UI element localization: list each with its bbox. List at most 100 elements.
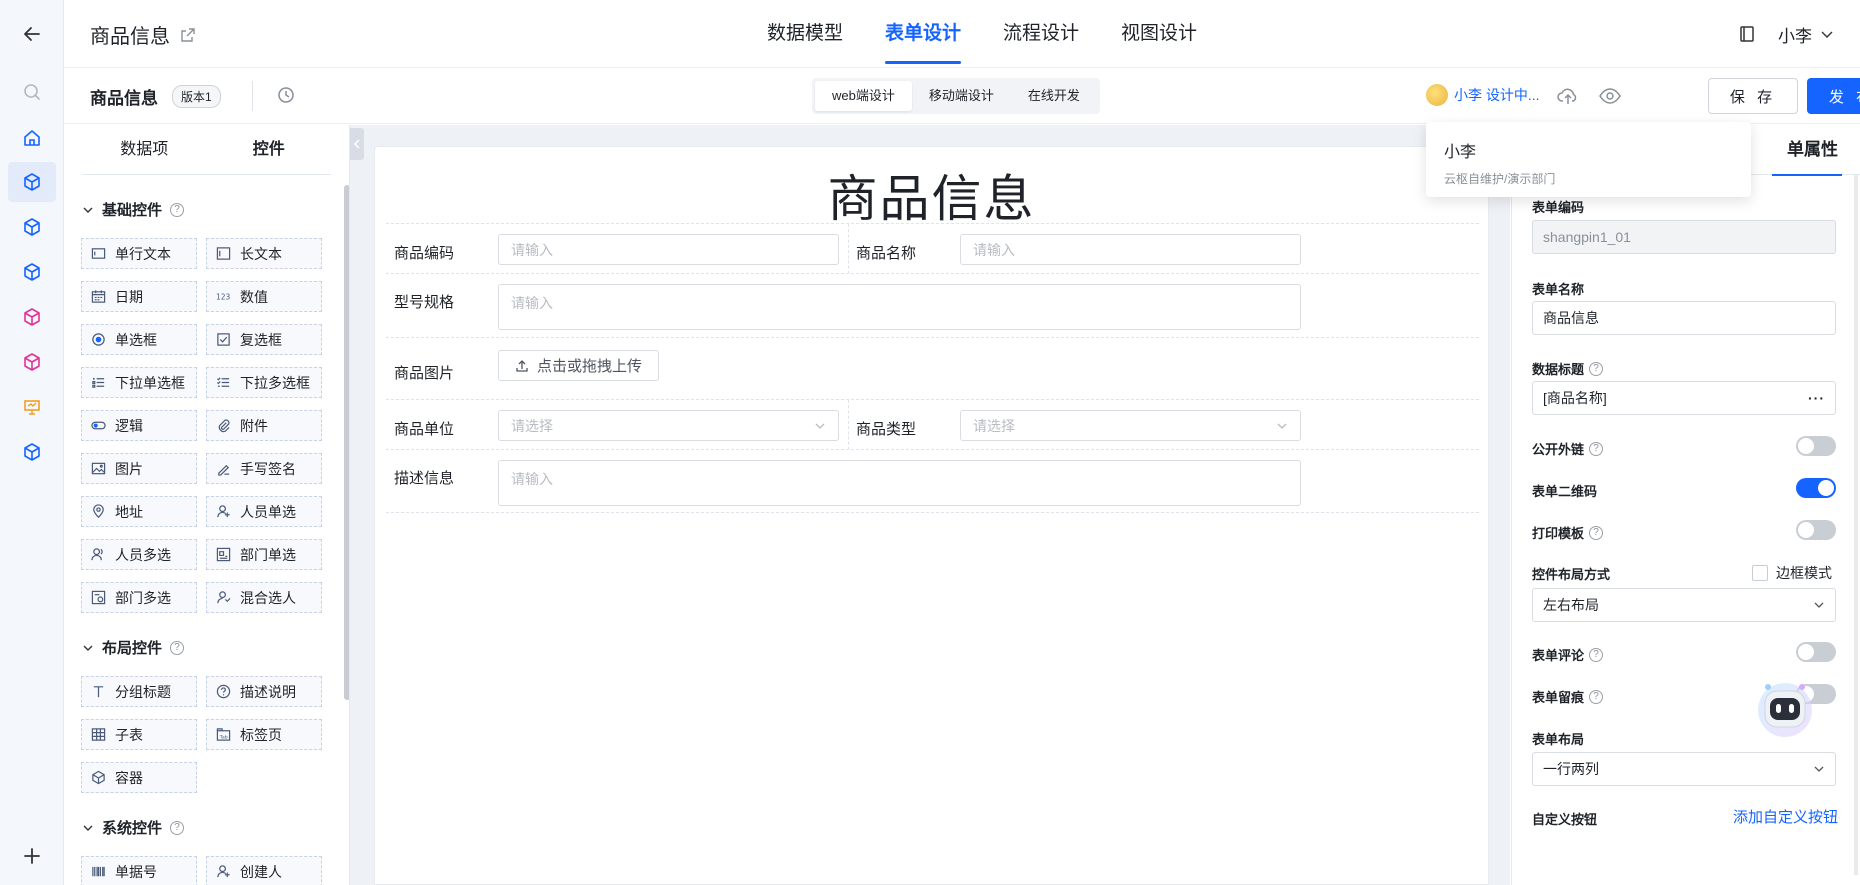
control-item[interactable]: 混合选人 bbox=[206, 582, 322, 613]
form-comment-toggle[interactable] bbox=[1796, 642, 1836, 662]
app-cube-pink-icon[interactable] bbox=[20, 350, 44, 374]
tab-form-design[interactable]: 表单设计 bbox=[864, 0, 982, 68]
mode-web[interactable]: web端设计 bbox=[815, 81, 912, 111]
control-item[interactable]: 人员单选 bbox=[206, 496, 322, 527]
control-item[interactable]: 单行文本 bbox=[81, 238, 197, 269]
user-menu[interactable]: 小李 bbox=[1778, 22, 1834, 47]
control-label: 分组标题 bbox=[115, 683, 171, 700]
form-layout-select[interactable]: 一行两列 bbox=[1532, 752, 1836, 786]
tab-controls[interactable]: 控件 bbox=[207, 125, 332, 174]
layout-mode-select[interactable]: 左右布局 bbox=[1532, 588, 1836, 622]
tab-view-design[interactable]: 视图设计 bbox=[1100, 0, 1218, 68]
product-type-select[interactable]: 请选择 bbox=[960, 410, 1301, 441]
select-placeholder: 请选择 bbox=[511, 417, 553, 434]
model-spec-textarea[interactable]: 请输入 bbox=[498, 284, 1301, 330]
mode-mobile[interactable]: 移动端设计 bbox=[912, 81, 1011, 111]
section-header[interactable]: 布局控件? bbox=[82, 637, 349, 658]
help-icon[interactable]: ? bbox=[170, 202, 185, 217]
control-item[interactable]: 附件 bbox=[206, 410, 322, 441]
section-header[interactable]: 系统控件? bbox=[82, 817, 349, 838]
control-item[interactable]: 长文本 bbox=[206, 238, 322, 269]
form-name-field[interactable]: 商品信息 bbox=[1532, 301, 1836, 335]
help-icon[interactable]: ? bbox=[1589, 647, 1604, 662]
control-item[interactable]: 子表 bbox=[81, 719, 197, 750]
search-icon[interactable] bbox=[20, 80, 44, 104]
person-icon bbox=[217, 505, 230, 518]
control-item[interactable]: 人员多选 bbox=[81, 539, 197, 570]
control-item[interactable]: 地址 bbox=[81, 496, 197, 527]
chevron-down-icon bbox=[1814, 766, 1824, 772]
app-cube-icon[interactable] bbox=[20, 215, 44, 239]
print-template-toggle[interactable] bbox=[1796, 520, 1836, 540]
tab-data-model[interactable]: 数据模型 bbox=[746, 0, 864, 68]
border-mode-checkbox[interactable]: 边框模式 bbox=[1752, 563, 1832, 583]
tab-form-properties[interactable]: 单属性 bbox=[1752, 125, 1844, 176]
app-cube-icon-active[interactable] bbox=[8, 162, 56, 202]
plus-icon[interactable] bbox=[20, 844, 44, 868]
back-arrow-icon[interactable] bbox=[20, 22, 44, 46]
ai-assistant-robot-icon[interactable] bbox=[1754, 677, 1816, 739]
preview-eye-icon[interactable] bbox=[1598, 84, 1622, 108]
collaborator-status[interactable]: 小李 设计中... bbox=[1426, 84, 1540, 106]
help-icon[interactable]: ? bbox=[1589, 361, 1604, 376]
tab-flow-design[interactable]: 流程设计 bbox=[982, 0, 1100, 68]
control-label: 手写签名 bbox=[240, 460, 296, 477]
control-item[interactable]: 复选框 bbox=[206, 324, 322, 355]
control-item[interactable]: 单据号 bbox=[81, 856, 197, 885]
qrcode-toggle[interactable] bbox=[1796, 478, 1836, 498]
control-item[interactable]: 单选框 bbox=[81, 324, 197, 355]
control-item[interactable]: 部门单选 bbox=[206, 539, 322, 570]
help-icon[interactable]: ? bbox=[170, 820, 185, 835]
history-icon[interactable] bbox=[276, 85, 296, 105]
section-header[interactable]: 基础控件? bbox=[82, 199, 349, 220]
control-label: 下拉单选框 bbox=[115, 374, 185, 391]
control-item[interactable]: 描述说明 bbox=[206, 676, 322, 707]
publish-button[interactable]: 发 布 bbox=[1807, 78, 1860, 114]
control-item[interactable]: 容器 bbox=[81, 762, 197, 793]
control-item[interactable]: 下拉单选框 bbox=[81, 367, 197, 398]
app-cube-pink-icon[interactable] bbox=[20, 305, 44, 329]
external-link-icon[interactable] bbox=[180, 27, 196, 43]
main-tabs: 数据模型 表单设计 流程设计 视图设计 bbox=[746, 0, 1218, 68]
product-unit-select[interactable]: 请选择 bbox=[498, 410, 839, 441]
cloud-upload-icon[interactable] bbox=[1556, 84, 1580, 108]
version-badge[interactable]: 版本1 bbox=[172, 85, 221, 108]
checkbox[interactable] bbox=[1752, 565, 1768, 581]
home-icon[interactable] bbox=[20, 126, 44, 150]
control-item[interactable]: 逻辑 bbox=[81, 410, 197, 441]
upload-button[interactable]: 点击或拖拽上传 bbox=[498, 350, 660, 381]
control-item[interactable]: 分组标题 bbox=[81, 676, 197, 707]
help-icon[interactable]: ? bbox=[170, 640, 185, 655]
attachment-icon bbox=[218, 419, 230, 433]
control-item[interactable]: 手写签名 bbox=[206, 453, 322, 484]
product-name-input[interactable]: 请输入 bbox=[960, 234, 1301, 265]
public-link-toggle[interactable] bbox=[1796, 436, 1836, 456]
control-item[interactable]: 部门多选 bbox=[81, 582, 197, 613]
mode-online-dev[interactable]: 在线开发 bbox=[1011, 81, 1097, 111]
data-title-field[interactable]: [商品名称] ··· bbox=[1532, 381, 1836, 415]
control-item[interactable]: 123 数值 bbox=[206, 281, 322, 312]
help-icon[interactable]: ? bbox=[1589, 441, 1604, 456]
form-canvas: 商品信息 商品编码 请输入 商品名称 请输入 型号规格 请输入 商品图片 点击或… bbox=[374, 146, 1489, 885]
presentation-icon[interactable] bbox=[20, 395, 44, 419]
add-custom-button-link[interactable]: 添加自定义按钮 bbox=[1733, 806, 1838, 827]
help-icon[interactable]: ? bbox=[1589, 525, 1604, 540]
save-button[interactable]: 保 存 bbox=[1708, 78, 1798, 114]
scrollbar[interactable] bbox=[1854, 175, 1858, 875]
book-icon[interactable] bbox=[1738, 25, 1756, 43]
collapse-panel-button[interactable] bbox=[350, 128, 364, 160]
control-item[interactable]: 图片 bbox=[81, 453, 197, 484]
control-item[interactable]: 创建人 bbox=[206, 856, 322, 885]
question-icon bbox=[216, 684, 231, 699]
control-item[interactable]: Tab 标签页 bbox=[206, 719, 322, 750]
help-icon[interactable]: ? bbox=[1589, 689, 1604, 704]
product-code-input[interactable]: 请输入 bbox=[498, 234, 839, 265]
control-item[interactable]: 日期 bbox=[81, 281, 197, 312]
print-template-label: 打印模板? bbox=[1532, 523, 1604, 542]
app-cube-icon[interactable] bbox=[20, 260, 44, 284]
app-cube-icon[interactable] bbox=[20, 440, 44, 464]
control-item[interactable]: 下拉多选框 bbox=[206, 367, 322, 398]
more-icon[interactable]: ··· bbox=[1808, 390, 1825, 406]
description-textarea[interactable]: 请输入 bbox=[498, 460, 1301, 506]
tab-data-items[interactable]: 数据项 bbox=[82, 125, 207, 174]
